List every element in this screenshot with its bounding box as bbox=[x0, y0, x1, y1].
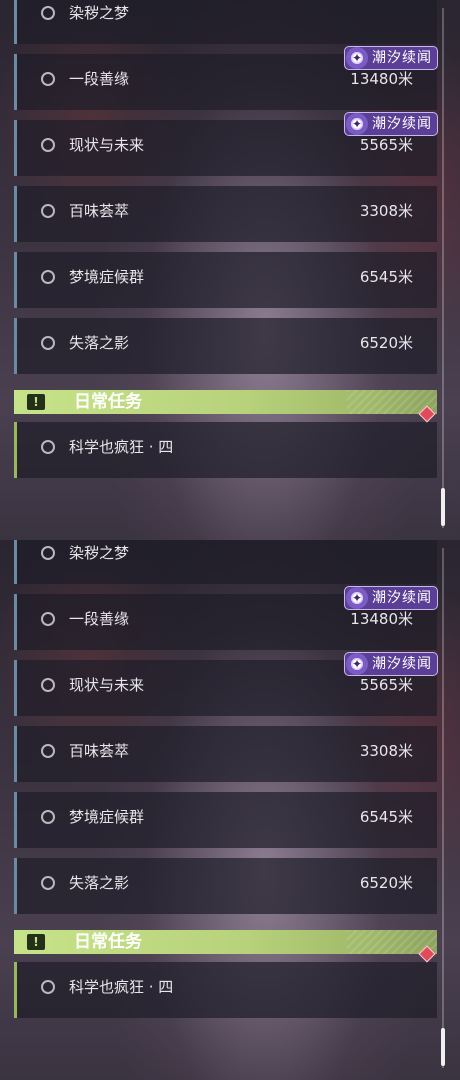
quest-list-panel-bottom: 染秽之梦 一段善缘 13480米 ✦ 潮汐续闻 现状与未来 5565米 ✦ 潮汐… bbox=[0, 540, 460, 1080]
quest-distance: 13480米 bbox=[350, 610, 413, 628]
quest-distance: 6545米 bbox=[359, 808, 413, 826]
radio-circle-icon[interactable] bbox=[41, 980, 55, 994]
quest-item-row[interactable]: 失落之影 6520米 bbox=[14, 318, 437, 374]
quest-title: 现状与未来 bbox=[69, 676, 145, 694]
radio-circle-icon[interactable] bbox=[41, 204, 55, 218]
tide-event-badge: ✦ 潮汐续闻 bbox=[344, 652, 438, 676]
tide-event-badge: ✦ 潮汐续闻 bbox=[344, 46, 438, 70]
quest-title: 失落之影 bbox=[69, 334, 130, 352]
tide-event-badge: ✦ 潮汐续闻 bbox=[344, 586, 438, 610]
daily-quest-row[interactable]: 科学也疯狂 · 四 bbox=[14, 945, 437, 1018]
badge-label: 潮汐续闻 bbox=[372, 50, 432, 66]
quest-item-row[interactable]: 一段善缘 13480米 ✦ 潮汐续闻 bbox=[14, 586, 438, 650]
badge-label: 潮汐续闻 bbox=[372, 116, 432, 132]
quest-title: 百味荟萃 bbox=[69, 202, 130, 220]
exclamation-icon: ! bbox=[27, 394, 45, 410]
quest-title: 百味荟萃 bbox=[69, 742, 130, 760]
quest-distance: 6545米 bbox=[359, 268, 413, 286]
quest-title: 梦境症候群 bbox=[69, 268, 145, 286]
daily-quest-row[interactable]: 科学也疯狂 · 四 bbox=[14, 405, 437, 478]
daily-quests-header[interactable]: ! 日常任务 bbox=[14, 930, 437, 954]
radio-circle-icon[interactable] bbox=[41, 336, 55, 350]
quest-title: 现状与未来 bbox=[69, 136, 145, 154]
quest-title: 染秽之梦 bbox=[69, 4, 130, 22]
radio-circle-icon[interactable] bbox=[41, 138, 55, 152]
tide-event-badge: ✦ 潮汐续闻 bbox=[344, 112, 438, 136]
scrollbar-thumb[interactable] bbox=[441, 488, 445, 526]
radio-circle-icon[interactable] bbox=[41, 72, 55, 86]
exclamation-icon: ! bbox=[27, 934, 45, 950]
radio-circle-icon[interactable] bbox=[41, 810, 55, 824]
quest-distance: 5565米 bbox=[359, 676, 413, 694]
scrollbar-track[interactable] bbox=[442, 8, 444, 528]
daily-quests-header[interactable]: ! 日常任务 bbox=[14, 390, 437, 414]
quest-title: 一段善缘 bbox=[69, 610, 130, 628]
radio-circle-icon[interactable] bbox=[41, 270, 55, 284]
radio-circle-icon[interactable] bbox=[41, 678, 55, 692]
badge-label: 潮汐续闻 bbox=[372, 656, 432, 672]
scrollbar-thumb[interactable] bbox=[441, 1028, 445, 1066]
quest-item-row[interactable]: 百味荟萃 3308米 bbox=[14, 726, 437, 782]
badge-label: 潮汐续闻 bbox=[372, 590, 432, 606]
radio-circle-icon[interactable] bbox=[41, 612, 55, 626]
radio-circle-icon[interactable] bbox=[41, 744, 55, 758]
quest-item-row[interactable]: 染秽之梦 bbox=[14, 0, 437, 44]
quest-title: 一段善缘 bbox=[69, 70, 130, 88]
quest-item-row[interactable]: 现状与未来 5565米 ✦ 潮汐续闻 bbox=[14, 112, 438, 176]
quest-item-row[interactable]: 现状与未来 5565米 ✦ 潮汐续闻 bbox=[14, 652, 438, 716]
quest-distance: 6520米 bbox=[359, 334, 413, 352]
section-title: 日常任务 bbox=[74, 932, 142, 952]
quest-item-row[interactable]: 梦境症候群 6545米 bbox=[14, 792, 437, 848]
quest-title: 失落之影 bbox=[69, 874, 130, 892]
scrollbar-track[interactable] bbox=[442, 548, 444, 1068]
radio-circle-icon[interactable] bbox=[41, 440, 55, 454]
section-title: 日常任务 bbox=[74, 392, 142, 412]
quest-title: 染秽之梦 bbox=[69, 544, 130, 562]
quest-item-row[interactable]: 百味荟萃 3308米 bbox=[14, 186, 437, 242]
quest-distance: 6520米 bbox=[359, 874, 413, 892]
quest-list-panel-top: 染秽之梦 一段善缘 13480米 ✦ 潮汐续闻 现状与未来 5565米 ✦ 潮汐… bbox=[0, 0, 460, 540]
tide-swirl-icon: ✦ bbox=[346, 113, 368, 135]
tide-swirl-icon: ✦ bbox=[346, 47, 368, 69]
tide-swirl-icon: ✦ bbox=[346, 653, 368, 675]
radio-circle-icon[interactable] bbox=[41, 876, 55, 890]
quest-distance: 3308米 bbox=[359, 202, 413, 220]
quest-item-row[interactable]: 染秽之梦 bbox=[14, 540, 437, 584]
quest-item-row[interactable]: 梦境症候群 6545米 bbox=[14, 252, 437, 308]
quest-distance: 5565米 bbox=[359, 136, 413, 154]
quest-title: 科学也疯狂 · 四 bbox=[69, 438, 174, 456]
radio-circle-icon[interactable] bbox=[41, 546, 55, 560]
quest-item-row[interactable]: 失落之影 6520米 bbox=[14, 858, 437, 914]
quest-title: 科学也疯狂 · 四 bbox=[69, 978, 174, 996]
tide-swirl-icon: ✦ bbox=[346, 587, 368, 609]
quest-distance: 3308米 bbox=[359, 742, 413, 760]
quest-distance: 13480米 bbox=[350, 70, 413, 88]
quest-title: 梦境症候群 bbox=[69, 808, 145, 826]
quest-item-row[interactable]: 一段善缘 13480米 ✦ 潮汐续闻 bbox=[14, 46, 438, 110]
radio-circle-icon[interactable] bbox=[41, 6, 55, 20]
